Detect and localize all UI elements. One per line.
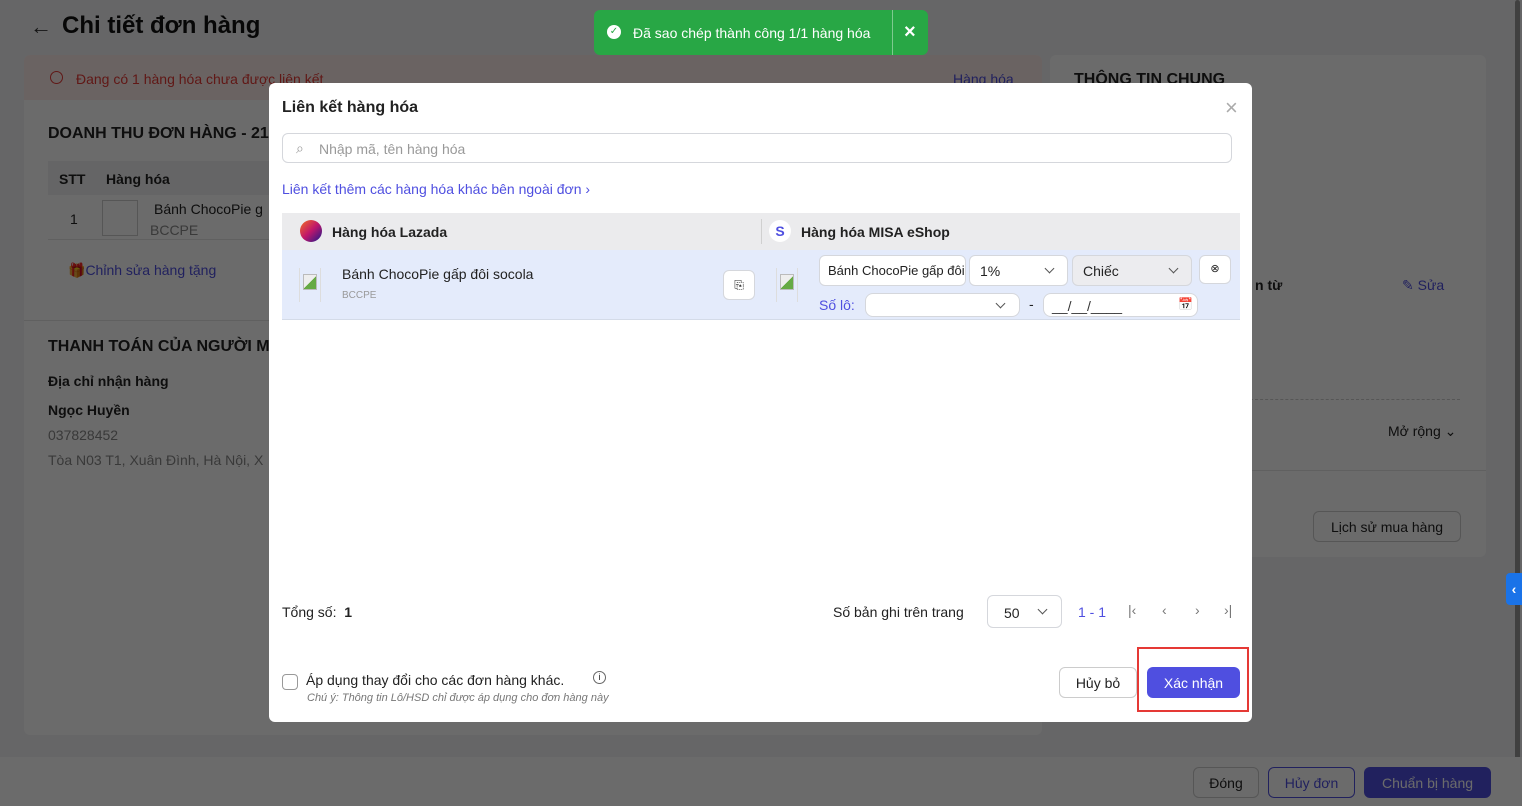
purchase-history-button[interactable]: Lịch sử mua hàng: [1313, 511, 1461, 542]
note-text: Chú ý: Thông tin Lô/HSD chỉ được áp dụng…: [307, 692, 609, 704]
mapping-table-header: Hàng hóa Lazada S Hàng hóa MISA eShop: [282, 213, 1240, 250]
chevron-down-icon: [1044, 263, 1055, 274]
per-page-value: 50: [1004, 605, 1020, 621]
customer-phone: 037828452: [48, 427, 119, 443]
product-image: [102, 200, 138, 236]
link-products-dialog: Liên kết hàng hóa × ⌕ Nhập mã, tên hàng …: [269, 83, 1252, 722]
total-count: Tổng số: 1: [282, 604, 352, 620]
expand-toggle[interactable]: Mở rộng ⌄: [1388, 423, 1456, 440]
lazada-logo-icon: [300, 220, 322, 242]
cancel-order-button[interactable]: Hủy đơn: [1268, 767, 1355, 798]
customer-name: Ngọc Huyền: [48, 402, 130, 418]
payment-title: THANH TOÁN CỦA NGƯỜI M: [48, 338, 270, 355]
lot-select[interactable]: [865, 293, 1020, 317]
date-placeholder: __/__/____: [1052, 298, 1123, 314]
next-page-icon[interactable]: ›: [1195, 602, 1200, 618]
lazada-product-name: Bánh ChocoPie gấp đôi socola: [342, 266, 534, 282]
remove-link-button[interactable]: ⊗: [1199, 255, 1231, 284]
unit-select[interactable]: Chiếc: [1072, 255, 1192, 286]
collapse-panel-tab[interactable]: ‹: [1506, 573, 1522, 605]
dash-separator: -: [1029, 296, 1034, 312]
apply-checkbox[interactable]: [282, 674, 298, 690]
total-value: 1: [344, 604, 353, 620]
col-product: Hàng hóa: [106, 171, 170, 187]
edit-gift-link[interactable]: 🎁Chỉnh sửa hàng tặng: [68, 262, 216, 279]
lot-label: Số lô:: [819, 297, 855, 313]
edit-link[interactable]: ✎ Sửa: [1402, 277, 1444, 294]
eshop-product-input[interactable]: Bánh ChocoPie gấp đôi socola: [819, 255, 966, 286]
link-more-label: Liên kết thêm các hàng hóa khác bên ngoà…: [282, 181, 582, 197]
eshop-product-image: [776, 268, 798, 302]
edit-label: Sửa: [1417, 277, 1445, 293]
source-label: n từ: [1255, 277, 1283, 293]
search-input[interactable]: ⌕ Nhập mã, tên hàng hóa: [282, 133, 1232, 163]
prepare-goods-button[interactable]: Chuẩn bị hàng: [1364, 767, 1491, 798]
last-page-icon[interactable]: ›|: [1224, 602, 1232, 618]
calendar-icon[interactable]: 📅: [1178, 297, 1193, 311]
page-range: 1 - 1: [1078, 604, 1107, 620]
check-circle-icon: ✓: [607, 25, 621, 39]
close-icon[interactable]: ×: [1225, 95, 1238, 121]
copy-button[interactable]: ⎘: [723, 270, 755, 300]
mapping-row: Bánh ChocoPie gấp đôi socola BCCPE ⎘ Bán…: [282, 250, 1240, 320]
info-icon[interactable]: i: [593, 671, 606, 684]
col-lazada: Hàng hóa Lazada: [332, 224, 448, 240]
success-toast: ✓ Đã sao chép thành công 1/1 hàng hóa ×: [594, 10, 928, 55]
col-divider: [761, 219, 762, 244]
confirm-button[interactable]: Xác nhận: [1147, 667, 1240, 698]
percent-select[interactable]: 1%: [969, 255, 1068, 286]
edit-gift-label: Chỉnh sửa hàng tặng: [85, 262, 217, 278]
alert-icon: [50, 71, 63, 84]
chevron-down-icon: [1037, 604, 1048, 615]
prev-page-icon[interactable]: ‹: [1162, 602, 1167, 618]
apply-label: Áp dụng thay đổi cho các đơn hàng khác.: [306, 672, 565, 688]
toast-close-icon[interactable]: ×: [904, 21, 916, 44]
close-button[interactable]: Đóng: [1193, 767, 1259, 798]
unit-value: Chiếc: [1083, 263, 1119, 279]
lazada-product-code: BCCPE: [342, 290, 377, 301]
footer-bar: Đóng Hủy đơn Chuẩn bị hàng: [0, 757, 1522, 806]
row-stt: 1: [70, 211, 78, 227]
total-label: Tổng số:: [282, 604, 337, 620]
per-page-select[interactable]: 50: [987, 595, 1062, 628]
toast-divider: [892, 10, 893, 55]
row-code: BCCPE: [150, 222, 199, 238]
cancel-button[interactable]: Hủy bỏ: [1059, 667, 1137, 698]
link-more-link[interactable]: Liên kết thêm các hàng hóa khác bên ngoà…: [282, 181, 590, 197]
col-stt: STT: [59, 171, 86, 187]
lazada-product-image: [299, 268, 321, 302]
expiry-date-input[interactable]: __/__/____ 📅: [1043, 293, 1198, 317]
percent-value: 1%: [980, 263, 1001, 279]
per-page-label: Số bản ghi trên trang: [833, 604, 964, 620]
misa-logo-icon: S: [769, 220, 791, 242]
search-placeholder: Nhập mã, tên hàng hóa: [319, 141, 466, 157]
col-eshop: Hàng hóa MISA eShop: [801, 224, 950, 240]
dialog-title: Liên kết hàng hóa: [282, 99, 419, 116]
back-arrow-icon[interactable]: ←: [30, 14, 52, 40]
search-icon: ⌕: [296, 140, 304, 156]
revenue-title: DOANH THU ĐƠN HÀNG - 21: [48, 125, 269, 142]
chevron-down-icon: [995, 298, 1006, 309]
chevron-down-icon: [1168, 263, 1179, 274]
scrollbar[interactable]: [1515, 0, 1520, 760]
address-label: Địa chỉ nhận hàng: [48, 373, 169, 389]
customer-address: Tòa N03 T1, Xuân Đình, Hà Nội, X: [48, 452, 264, 468]
row-name: Bánh ChocoPie g: [154, 201, 263, 217]
dashed-divider: [1250, 399, 1460, 400]
page-title: Chi tiết đơn hàng: [62, 12, 261, 39]
first-page-icon[interactable]: |‹: [1128, 602, 1136, 618]
toast-message: Đã sao chép thành công 1/1 hàng hóa: [633, 25, 871, 41]
expand-label: Mở rộng: [1388, 423, 1441, 439]
